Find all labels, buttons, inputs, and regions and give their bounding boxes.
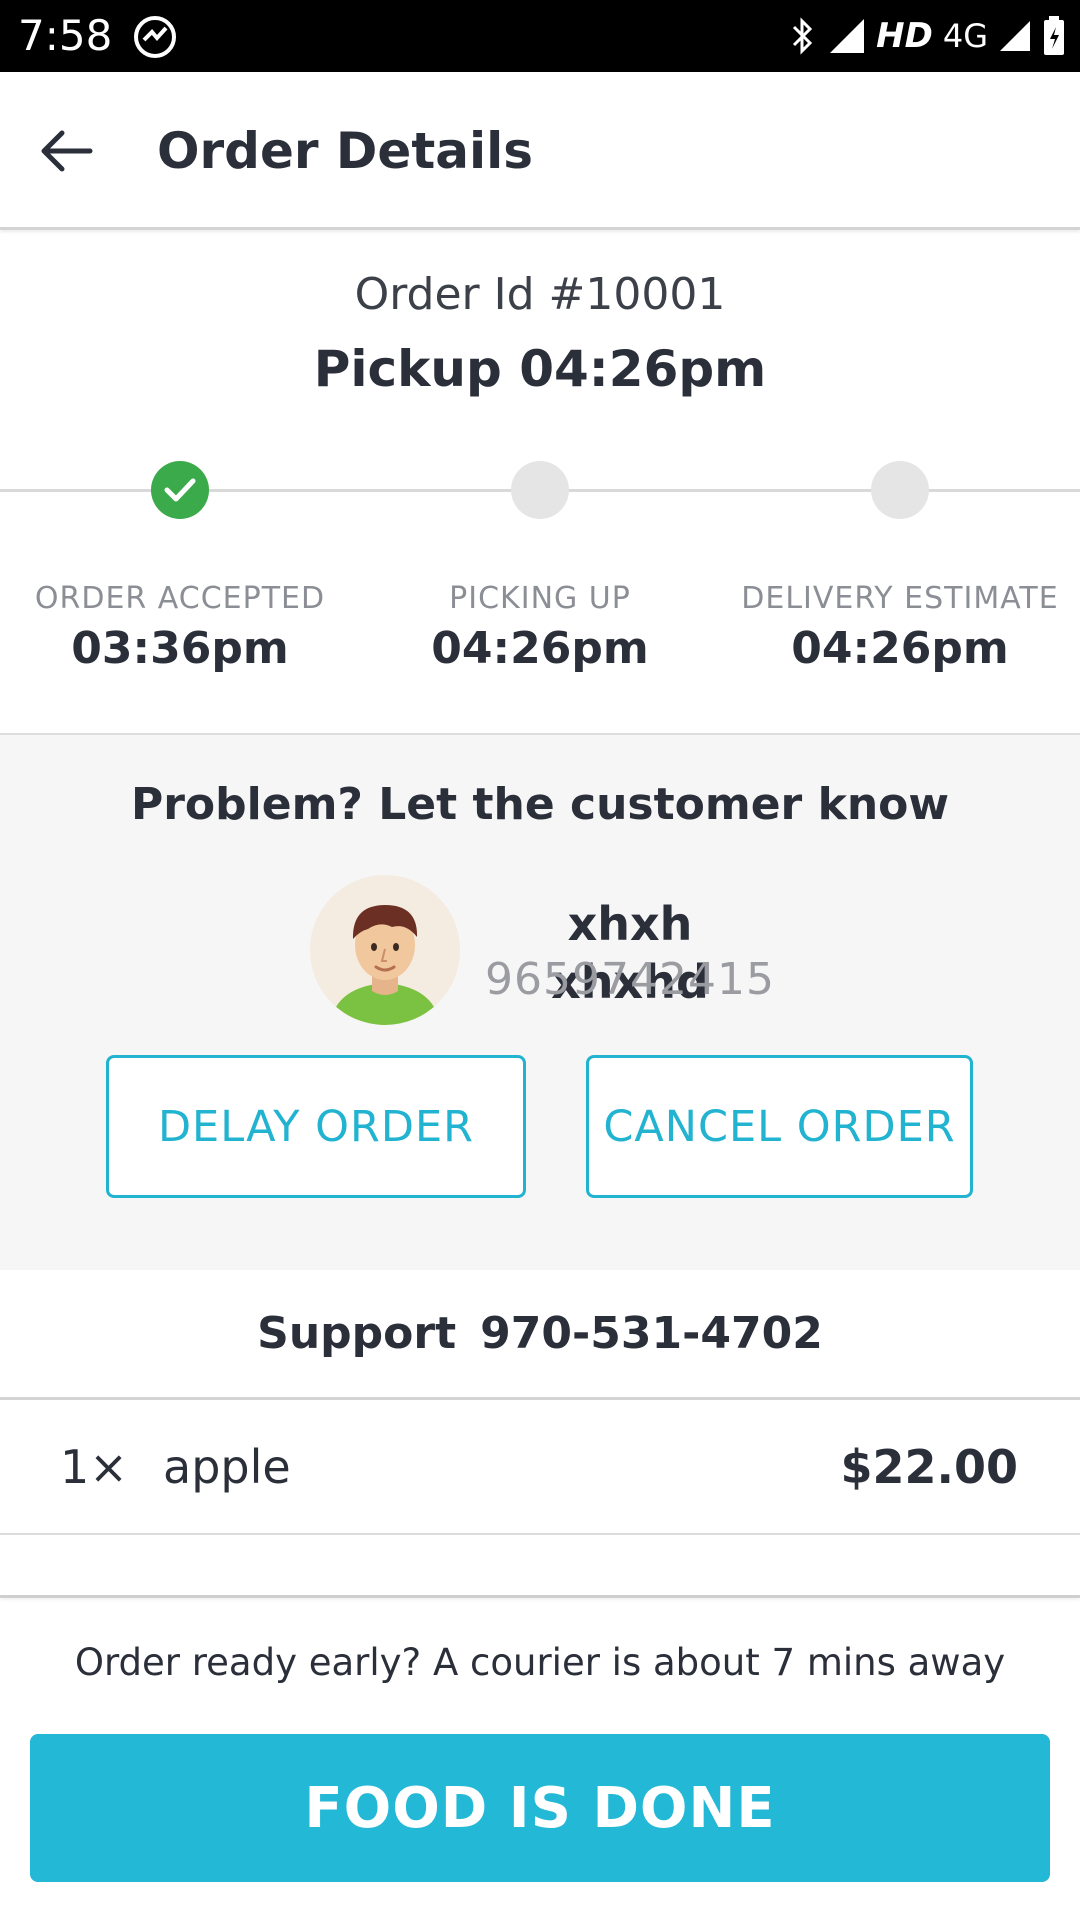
network-label: HD [876,16,933,56]
pickup-time: Pickup 04:26pm [313,340,767,398]
back-button[interactable] [30,116,102,186]
customer-avatar-icon [310,875,460,1025]
support-label: Support [257,1308,457,1359]
app-bar: Order Details [0,72,1080,230]
step-label: PICKING UP [449,581,631,616]
signal-icon [1000,21,1030,51]
list-divider [0,1535,1080,1598]
step-time: 03:36pm [71,623,289,674]
sync-icon [134,16,176,58]
page-title: Order Details [157,122,534,180]
cancel-order-button[interactable]: CANCEL ORDER [586,1055,973,1198]
step-time: 04:26pm [791,623,1009,674]
step-picking-dot [511,461,569,519]
order-id: Order Id #10001 [354,269,726,320]
step-delivery-dot [871,461,929,519]
customer-phone[interactable]: 9659742415 [480,951,780,1009]
check-icon [164,478,196,502]
status-icons: HD 4G [788,10,1066,62]
avatar [310,875,460,1025]
timeline-step-accepted: ORDER ACCEPTED 03:36pm [0,578,360,676]
problem-title: Problem? Let the customer know [130,779,950,830]
step-accepted-dot [151,461,209,519]
step-label: DELIVERY ESTIMATE [741,581,1059,616]
battery-icon [1044,16,1064,55]
item-name: apple [163,1440,291,1494]
list-item: 1× apple $22.00 [0,1403,1080,1535]
support-row[interactable]: Support 970-531-4702 [0,1270,1080,1400]
food-is-done-button[interactable]: FOOD IS DONE [30,1734,1050,1882]
early-ready-note: Order ready early? A courier is about 7 … [74,1641,1006,1684]
item-quantity: 1× [60,1440,128,1494]
status-bar: 7:58 HD 4G [0,0,1080,72]
item-price: $22.00 [840,1440,1018,1494]
timeline-step-delivery-estimate: DELIVERY ESTIMATE 04:26pm [720,578,1080,676]
network-type: 4G [942,17,988,55]
bluetooth-icon [793,17,813,55]
arrow-left-icon [41,130,93,172]
step-label: ORDER ACCEPTED [34,581,326,616]
status-time: 7:58 [18,11,113,60]
timeline-step-picking-up: PICKING UP 04:26pm [360,578,720,676]
step-time: 04:26pm [431,623,649,674]
delay-order-button[interactable]: DELAY ORDER [106,1055,526,1198]
problem-section: Problem? Let the customer know xhxh xhxh… [0,733,1080,1270]
support-phone[interactable]: 970-531-4702 [480,1308,823,1359]
signal-icon [830,19,865,53]
